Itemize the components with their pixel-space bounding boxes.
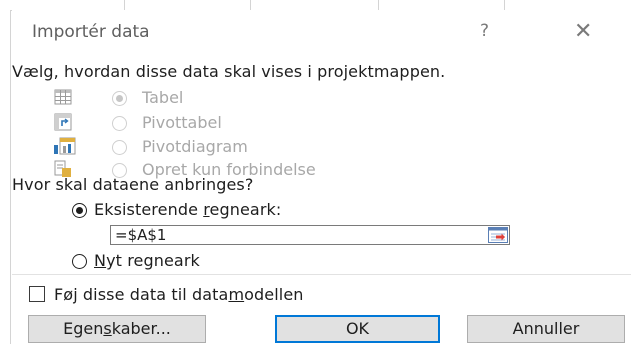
import-data-dialog: Importér data ? ✕ Vælg, hvordan disse da… [12, 10, 631, 344]
new-sheet-label: Nyt regneark [94, 251, 200, 270]
cell-reference-input[interactable]: =$A$1 [110, 225, 510, 245]
pivotchart-icon [54, 137, 76, 155]
new-sheet-radio[interactable] [72, 254, 87, 269]
properties-button[interactable]: Egenskaber... [28, 315, 206, 343]
option-existing-sheet[interactable]: Eksisterende regneark: [12, 200, 412, 222]
properties-label-part: kaber... [111, 319, 171, 338]
pivotchart-label: Pivotdiagram [142, 137, 248, 156]
table-radio[interactable] [112, 91, 127, 106]
column-gridline [504, 0, 505, 10]
close-button[interactable]: ✕ [574, 19, 592, 44]
existing-sheet-label-part: egneark: [209, 200, 282, 219]
existing-sheet-label: Eksisterende regneark: [94, 200, 281, 219]
option-pivottable: Pivottabel [12, 112, 412, 134]
column-gridline [378, 0, 379, 10]
cancel-button[interactable]: Annuller [467, 315, 625, 343]
new-sheet-label-part: yt regneark [106, 251, 200, 270]
help-button[interactable]: ? [480, 21, 489, 41]
pivottable-radio[interactable] [112, 116, 127, 131]
option-table: Tabel [12, 87, 412, 109]
properties-accelerator: s [103, 319, 112, 338]
pivottable-label: Pivottabel [142, 113, 222, 132]
option-pivotchart: Pivotdiagram [12, 136, 412, 158]
add-to-data-model-label: Føj disse data til datamodellen [54, 285, 304, 304]
column-gridline [124, 0, 125, 10]
spreadsheet-row-strip [0, 10, 11, 344]
table-icon [54, 88, 72, 106]
dialog-title: Importér data [32, 22, 150, 42]
pivotchart-radio[interactable] [112, 140, 127, 155]
placement-section-heading: Hvor skal dataene anbringes? [12, 175, 254, 194]
table-label: Tabel [142, 88, 184, 107]
data-model-accelerator: m [228, 285, 245, 304]
new-sheet-accelerator: N [94, 251, 107, 270]
collapse-dialog-icon[interactable] [488, 227, 508, 243]
add-to-data-model-checkbox[interactable] [29, 286, 45, 302]
section-divider [12, 274, 631, 275]
ok-button[interactable]: OK [275, 315, 440, 343]
dialog-titlebar: Importér data ? ✕ [12, 10, 631, 52]
pivottable-icon [54, 113, 72, 131]
column-gridline [250, 0, 251, 10]
data-model-label-part: Føj disse data til data [54, 285, 229, 304]
properties-label-part: Egen [63, 319, 104, 338]
view-section-heading: Vælg, hvordan disse data skal vises i pr… [12, 62, 446, 81]
existing-sheet-radio[interactable] [72, 203, 87, 218]
existing-sheet-label-part: Eksisterende [94, 200, 204, 219]
data-model-label-part: odellen [244, 285, 304, 304]
option-new-sheet[interactable]: Nyt regneark [12, 251, 312, 273]
